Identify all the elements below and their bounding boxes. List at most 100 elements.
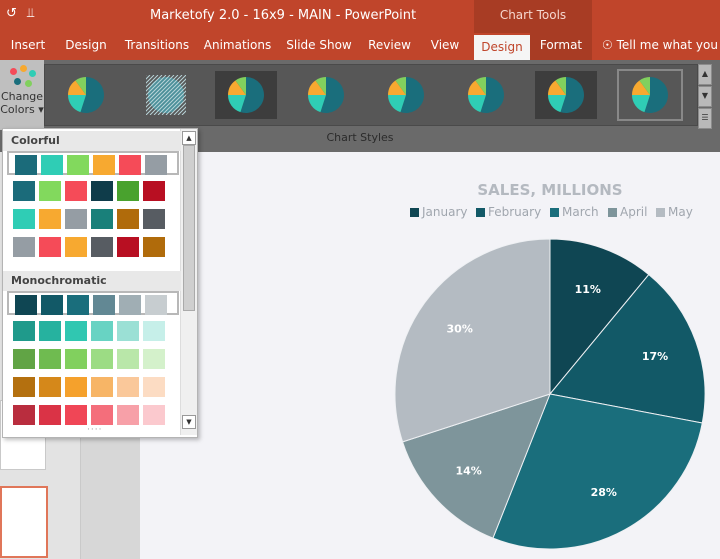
color-swatch [39, 377, 61, 397]
palette-dot [20, 65, 27, 72]
scroll-thumb[interactable] [183, 145, 195, 311]
chart-style-thumb-8[interactable] [617, 69, 683, 121]
tab-chart-design[interactable]: Design [474, 35, 530, 60]
legend-item[interactable]: May [656, 205, 693, 219]
color-swatch [41, 155, 63, 175]
legend-item[interactable]: March [550, 205, 599, 219]
chart-styles-gallery [44, 64, 698, 126]
color-palette-option[interactable] [7, 151, 179, 175]
chart-style-thumb-2[interactable] [135, 71, 197, 119]
color-palette-option[interactable] [7, 207, 179, 231]
tab-design[interactable]: Design [58, 33, 114, 60]
color-swatch [143, 209, 165, 229]
legend-label: January [422, 205, 468, 219]
chart-style-thumb-5[interactable] [375, 71, 437, 119]
mini-pie-icon [228, 77, 264, 113]
tell-me-search[interactable]: ☉ Tell me what you wa [602, 33, 720, 60]
color-palette-option[interactable] [7, 375, 179, 399]
gallery-more-icon[interactable]: ☰ [698, 108, 712, 129]
color-swatch [67, 155, 89, 175]
tab-animations[interactable]: Animations [200, 33, 275, 60]
legend-item[interactable]: April [608, 205, 647, 219]
color-swatch [13, 405, 35, 425]
change-colors-label-2: Colors ▾ [0, 103, 44, 116]
color-swatch [117, 181, 139, 201]
mini-pie-icon [632, 77, 668, 113]
chart-style-thumb-6[interactable] [455, 71, 517, 119]
tab-view[interactable]: View [424, 33, 466, 60]
color-swatch [65, 181, 87, 201]
chart-style-thumb-1[interactable] [55, 71, 117, 119]
tab-transitions[interactable]: Transitions [122, 33, 192, 60]
color-palette-option[interactable] [7, 235, 179, 259]
chart-tools-context-label: Chart Tools [474, 0, 592, 33]
color-palette-option[interactable] [7, 291, 179, 315]
mini-pie-icon [388, 77, 424, 113]
scroll-up-icon[interactable]: ▲ [182, 131, 196, 145]
color-swatch [117, 237, 139, 257]
palette-dot [14, 78, 21, 85]
scroll-down-icon[interactable]: ▼ [182, 415, 196, 429]
color-swatch [91, 181, 113, 201]
tab-slide-show[interactable]: Slide Show [285, 33, 353, 60]
tell-me-label: Tell me what you wa [616, 38, 720, 52]
color-swatch [143, 321, 165, 341]
pie-chart[interactable]: 11% 17% 28% 14% 30% [390, 232, 710, 552]
legend-item[interactable]: February [476, 205, 541, 219]
palette-icon [0, 60, 44, 90]
chart-styles-group-label: Chart Styles [326, 131, 394, 144]
section-header-monochromatic: Monochromatic [3, 271, 181, 291]
color-swatch [143, 237, 165, 257]
color-swatch [145, 295, 167, 315]
chart-style-thumb-7[interactable] [535, 71, 597, 119]
legend-label: May [668, 205, 693, 219]
color-palette-option[interactable] [7, 179, 179, 203]
tab-insert[interactable]: Insert [4, 33, 52, 60]
color-swatch [91, 377, 113, 397]
color-swatch [93, 295, 115, 315]
undo-icon[interactable]: ↺ [6, 6, 17, 21]
chart-style-thumb-3[interactable] [215, 71, 277, 119]
color-swatch [41, 295, 63, 315]
tab-review[interactable]: Review [362, 33, 417, 60]
pie-data-label[interactable]: 17% [642, 350, 668, 363]
legend-label: March [562, 205, 599, 219]
chevron-down-icon: ▾ [38, 103, 44, 116]
color-palette-option[interactable] [7, 347, 179, 371]
change-colors-label-1: Change [0, 90, 44, 103]
color-swatch [39, 321, 61, 341]
color-swatch [13, 321, 35, 341]
legend-item[interactable]: January [410, 205, 468, 219]
palette-dot [25, 80, 32, 87]
color-swatch [91, 349, 113, 369]
pie-data-label[interactable]: 14% [455, 464, 481, 477]
mini-pie-icon [468, 77, 504, 113]
pie-data-label[interactable]: 11% [575, 283, 601, 296]
customize-arrow-icon[interactable]: ⫫ [27, 6, 34, 21]
chart-style-thumb-4[interactable] [295, 71, 357, 119]
gallery-down-icon[interactable]: ▼ [698, 86, 712, 107]
gallery-up-icon[interactable]: ▲ [698, 64, 712, 85]
pie-data-label[interactable]: 28% [591, 486, 617, 499]
legend-key [410, 208, 419, 217]
color-palette-option[interactable] [7, 403, 179, 427]
color-swatch [119, 155, 141, 175]
legend-key [550, 208, 559, 217]
color-swatch [15, 155, 37, 175]
change-colors-button[interactable]: Change Colors ▾ [0, 60, 44, 130]
slide-thumbnail-selected[interactable] [0, 486, 48, 558]
color-palette-option[interactable] [7, 319, 179, 343]
color-swatch [117, 321, 139, 341]
mini-pie-icon [146, 75, 186, 115]
color-swatch [39, 237, 61, 257]
chart-title[interactable]: SALES, MILLIONS [470, 181, 630, 199]
color-swatch [13, 237, 35, 257]
color-swatch [93, 155, 115, 175]
color-swatch [65, 377, 87, 397]
color-swatch [65, 349, 87, 369]
dropdown-scrollbar[interactable]: ▲ ▼ [180, 129, 197, 435]
legend-label: February [488, 205, 542, 219]
tab-chart-format[interactable]: Format [530, 33, 592, 60]
color-swatch [65, 237, 87, 257]
pie-data-label[interactable]: 30% [447, 322, 473, 335]
